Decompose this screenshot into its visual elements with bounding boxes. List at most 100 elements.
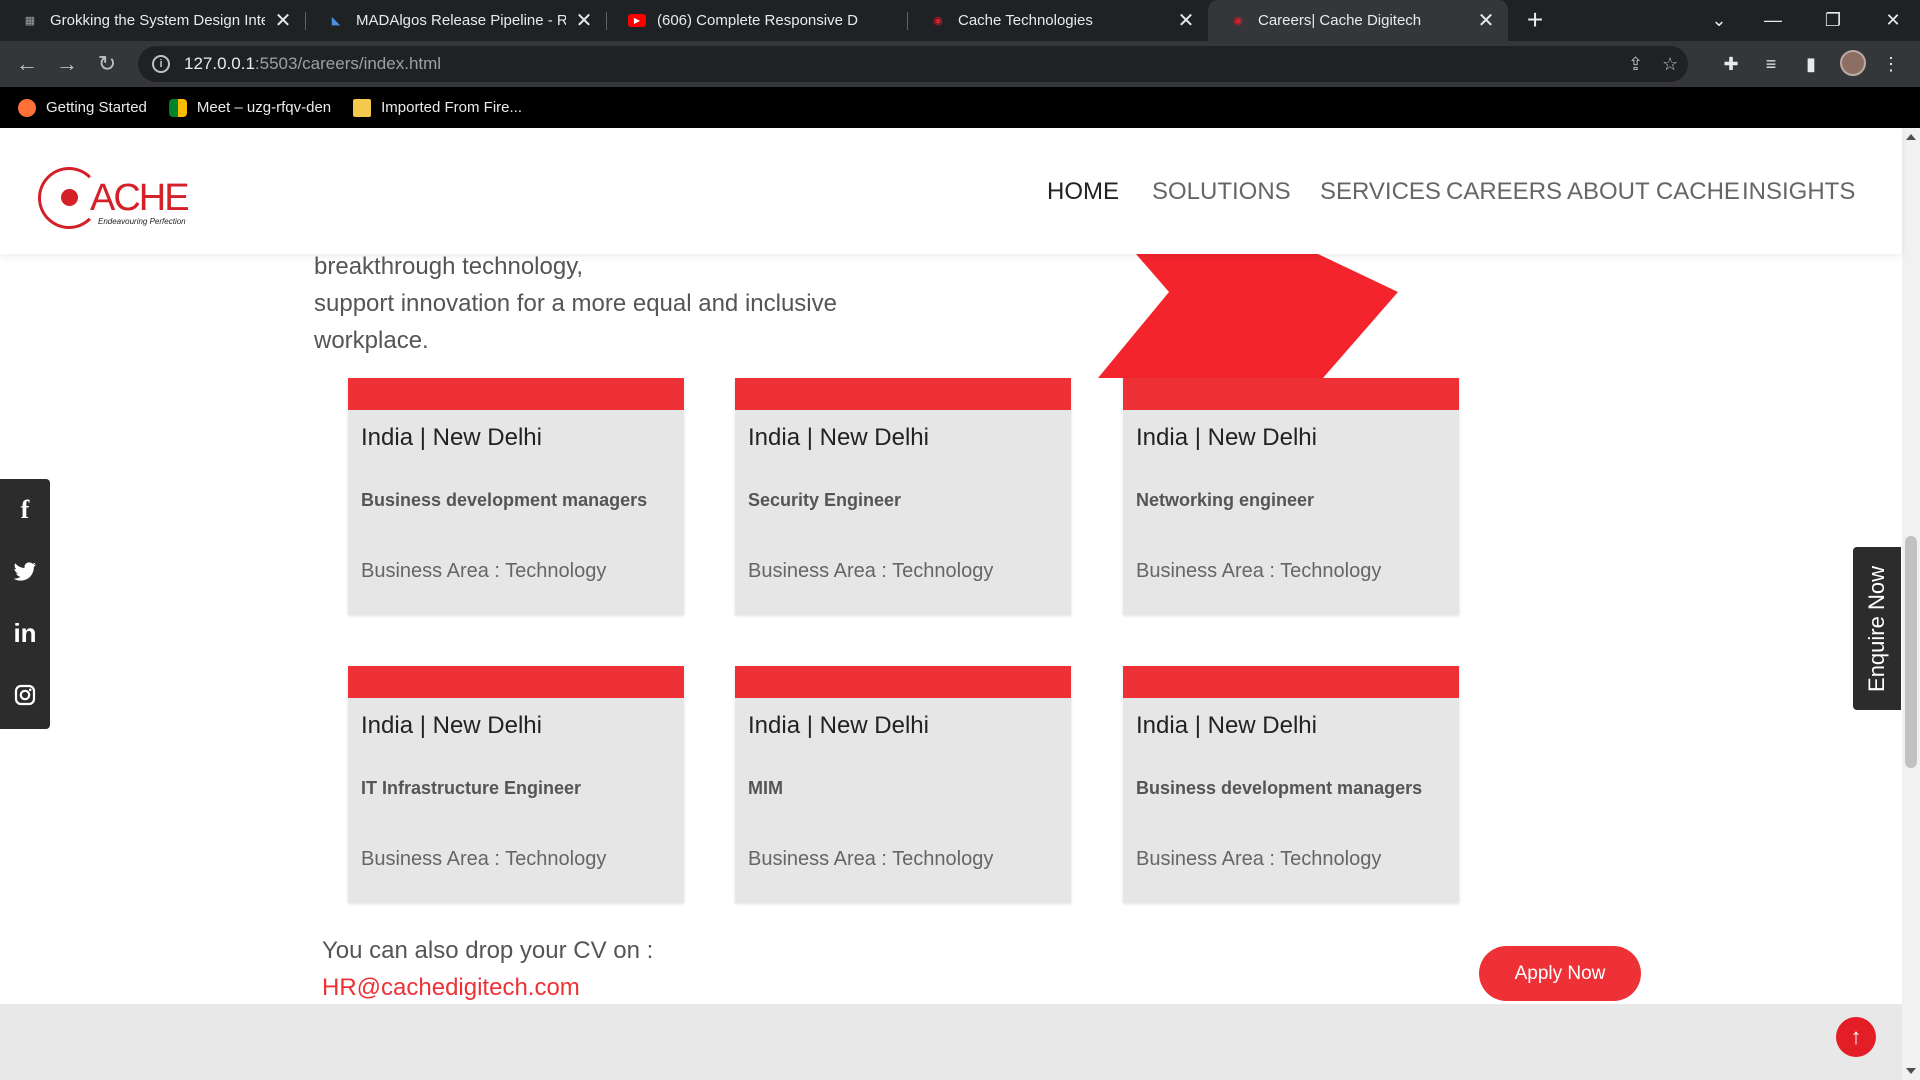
close-tab-icon[interactable]: ✕ [1176, 8, 1196, 33]
job-location: India | New Delhi [361, 424, 542, 451]
back-arrow-icon[interactable]: ← [13, 50, 41, 78]
card-header-bar [1123, 666, 1459, 698]
browser-tab-strip: ▦ Grokking the System Design Inte ✕ ◣ MA… [0, 0, 1920, 41]
extensions-puzzle-icon[interactable]: ✚ [1717, 50, 1745, 78]
job-location: India | New Delhi [1136, 424, 1317, 451]
footer-band [0, 1004, 1902, 1080]
page-viewport: ACHE Endeavouring Perfection HOME SOLUTI… [0, 128, 1920, 1080]
tab-title: Careers| Cache Digitech [1258, 12, 1422, 29]
site-info-icon[interactable]: i [152, 55, 170, 73]
url-text: 127.0.0.1:5503/careers/index.html [184, 54, 441, 74]
firefox-icon [18, 98, 36, 117]
job-role: IT Infrastructure Engineer [361, 778, 582, 798]
address-bar[interactable]: i 127.0.0.1:5503/careers/index.html ⇪ ☆ [138, 46, 1688, 82]
job-location: India | New Delhi [748, 424, 929, 451]
cv-prompt-text: You can also drop your CV on : [322, 937, 654, 964]
job-card[interactable]: India | New Delhi Security Engineer Busi… [735, 378, 1071, 615]
job-area: Business Area : Technology [361, 848, 607, 870]
linkedin-icon[interactable]: in [0, 613, 50, 653]
nav-solutions[interactable]: SOLUTIONS [1152, 178, 1291, 206]
job-card[interactable]: India | New Delhi IT Infrastructure Engi… [348, 666, 684, 903]
scroll-down-arrow-icon[interactable] [1906, 1068, 1916, 1074]
job-card[interactable]: India | New Delhi MIM Business Area : Te… [735, 666, 1071, 903]
restore-icon[interactable]: ❐ [1808, 0, 1858, 41]
enquire-now-label: Enquire Now [1864, 566, 1889, 692]
browser-tab[interactable]: ◉ Cache Technologies ✕ [908, 0, 1208, 41]
job-role: Security Engineer [748, 490, 902, 510]
red-chevron-graphic [1098, 254, 1398, 378]
bookmark-label: Imported From Fire... [381, 99, 522, 116]
browser-tab[interactable]: ▦ Grokking the System Design Inte ✕ [0, 0, 305, 41]
cache-favicon-icon: ◉ [933, 15, 943, 27]
minimize-icon[interactable]: — [1748, 0, 1798, 41]
cache-favicon-icon: ◉ [1233, 15, 1243, 27]
job-location: India | New Delhi [361, 712, 542, 739]
nav-services[interactable]: SERVICES [1320, 178, 1441, 206]
google-meet-icon [168, 98, 187, 117]
card-header-bar [1123, 378, 1459, 410]
scroll-up-arrow-icon[interactable] [1906, 134, 1916, 140]
instagram-icon[interactable] [0, 675, 50, 715]
card-header-bar [348, 666, 684, 698]
job-role: Business development managers [1136, 778, 1423, 798]
job-area: Business Area : Technology [1136, 848, 1382, 870]
close-tab-icon[interactable]: ✕ [1476, 8, 1496, 33]
close-tab-icon[interactable]: ✕ [574, 8, 594, 33]
url-path: :5503/careers/index.html [254, 54, 442, 73]
bookmarks-bar: Getting Started Meet – uzg-rfqv-den Impo… [0, 87, 1920, 128]
side-panel-icon[interactable]: ▮ [1797, 50, 1825, 78]
forward-arrow-icon[interactable]: → [53, 50, 81, 78]
bookmark-folder[interactable]: Imported From Fire... [353, 98, 522, 117]
intro-line: workplace. [314, 327, 429, 354]
job-card[interactable]: India | New Delhi Business development m… [1123, 666, 1459, 903]
intro-line: support innovation for a more equal and … [314, 290, 837, 317]
media-queue-icon[interactable]: ≡ [1757, 50, 1785, 78]
browser-toolbar: ← → ↻ i 127.0.0.1:5503/careers/index.htm… [0, 41, 1920, 87]
card-header-bar [735, 666, 1071, 698]
logo-tagline: Endeavouring Perfection [98, 217, 186, 226]
nav-careers[interactable]: CAREERS [1446, 178, 1562, 206]
bookmark-star-icon[interactable]: ☆ [1662, 54, 1678, 75]
hr-email-link[interactable]: HR@cachedigitech.com [322, 969, 580, 1006]
browser-tab[interactable]: ◣ MADAlgos Release Pipeline - Rel ✕ [306, 0, 606, 41]
profile-avatar[interactable] [1840, 50, 1866, 76]
job-location: India | New Delhi [1136, 712, 1317, 739]
share-icon[interactable]: ⇪ [1628, 54, 1643, 75]
nav-insights[interactable]: INSIGHTS [1742, 178, 1855, 206]
close-window-icon[interactable]: ✕ [1868, 0, 1918, 41]
card-header-bar [348, 378, 684, 410]
enquire-now-tab[interactable]: Enquire Now [1853, 547, 1901, 710]
close-tab-icon[interactable]: ✕ [273, 8, 293, 33]
bookmark-item[interactable]: Meet – uzg-rfqv-den [168, 98, 331, 117]
nav-home[interactable]: HOME [1047, 178, 1119, 206]
scrollbar-thumb[interactable] [1905, 536, 1917, 768]
apply-now-button[interactable]: Apply Now [1479, 946, 1641, 1001]
job-role: Networking engineer [1136, 490, 1315, 510]
job-card[interactable]: India | New Delhi Networking engineer Bu… [1123, 378, 1459, 615]
menu-kebab-icon[interactable]: ⋮ [1877, 50, 1905, 78]
job-role: Business development managers [361, 490, 648, 510]
cache-logo[interactable]: ACHE Endeavouring Perfection [38, 167, 198, 233]
facebook-icon[interactable]: f [0, 490, 50, 530]
job-area: Business Area : Technology [748, 560, 994, 582]
tab-search-chevron-icon[interactable]: ⌄ [1694, 0, 1744, 41]
new-tab-icon[interactable]: + [1520, 6, 1550, 36]
job-location: India | New Delhi [748, 712, 929, 739]
job-card[interactable]: India | New Delhi Business development m… [348, 378, 684, 615]
azure-devops-favicon-icon: ◣ [331, 15, 341, 27]
tab-title: (606) Complete Responsive D [657, 12, 858, 29]
page-scrollbar[interactable] [1902, 128, 1920, 1080]
bookmark-item[interactable]: Getting Started [18, 98, 147, 117]
reload-icon[interactable]: ↻ [93, 50, 121, 78]
youtube-favicon-icon: ▶ [627, 11, 647, 31]
url-host: 127.0.0.1 [184, 54, 255, 73]
twitter-icon[interactable] [0, 551, 50, 591]
logo-dot [61, 189, 78, 206]
job-area: Business Area : Technology [361, 560, 607, 582]
card-header-bar [735, 378, 1071, 410]
browser-tab-active[interactable]: ◉ Careers| Cache Digitech ✕ [1208, 0, 1508, 41]
tab-title: MADAlgos Release Pipeline - Rel [356, 12, 566, 29]
nav-about-cache[interactable]: ABOUT CACHE [1567, 178, 1740, 206]
back-to-top-arrow-icon[interactable]: ↑ [1836, 1017, 1876, 1057]
browser-tab[interactable]: ▶ (606) Complete Responsive D [607, 0, 907, 41]
